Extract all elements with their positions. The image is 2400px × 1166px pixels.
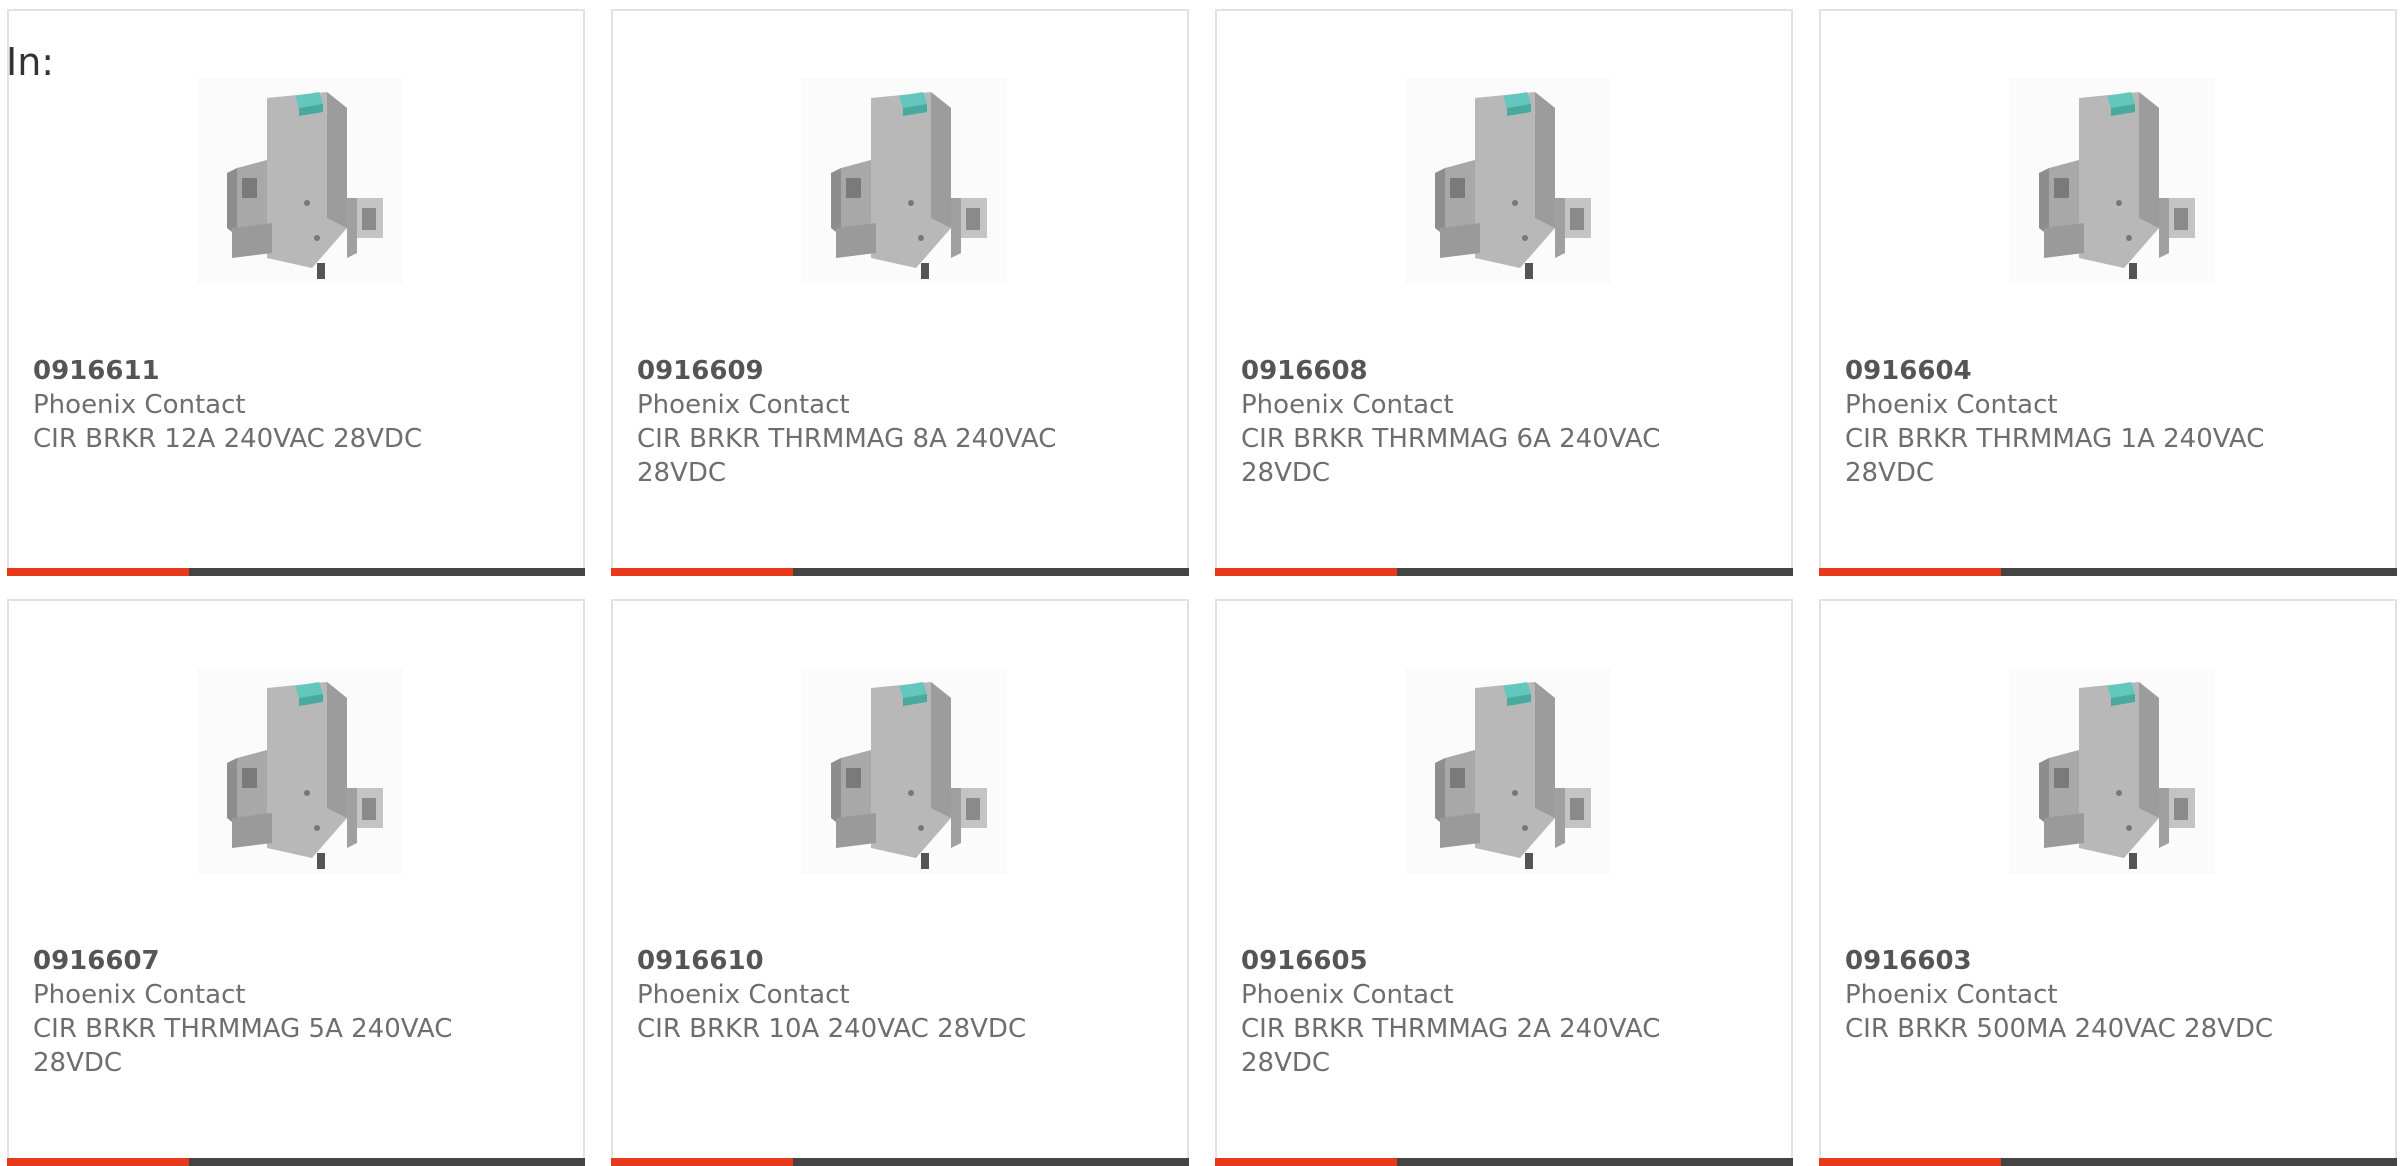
product-description: CIR BRKR THRMMAG 8A 240VAC 28VDC [637, 424, 1057, 488]
product-info: 0916603 Phoenix Contact CIR BRKR 500MA 2… [1845, 944, 2315, 1046]
product-image[interactable] [801, 78, 1007, 284]
circuit-breaker-icon [197, 78, 403, 284]
circuit-breaker-icon [2009, 668, 2215, 874]
product-description: CIR BRKR 500MA 240VAC 28VDC [1845, 1014, 2274, 1044]
circuit-breaker-icon [801, 78, 1007, 284]
product-image[interactable] [2009, 668, 2215, 874]
product-card[interactable]: 0916603 Phoenix Contact CIR BRKR 500MA 2… [1819, 599, 2397, 1166]
manufacturer-name: Phoenix Contact [33, 390, 246, 420]
card-bottom-bar [7, 568, 585, 576]
card-accent-bar [1215, 568, 1397, 576]
manufacturer-name: Phoenix Contact [1241, 980, 1454, 1010]
product-card[interactable]: 0916610 Phoenix Contact CIR BRKR 10A 240… [611, 599, 1189, 1166]
circuit-breaker-icon [2009, 78, 2215, 284]
product-image[interactable] [1405, 78, 1611, 284]
circuit-breaker-icon [801, 668, 1007, 874]
filter-in-label: In: [6, 40, 55, 84]
circuit-breaker-icon [1405, 668, 1611, 874]
product-info: 0916609 Phoenix Contact CIR BRKR THRMMAG… [637, 354, 1107, 490]
manufacturer-name: Phoenix Contact [1241, 390, 1454, 420]
card-accent-bar [1215, 1158, 1397, 1166]
part-number[interactable]: 0916609 [637, 354, 1107, 388]
product-card[interactable]: 0916604 Phoenix Contact CIR BRKR THRMMAG… [1819, 9, 2397, 576]
card-accent-bar [1819, 568, 2001, 576]
product-card[interactable]: 0916611 Phoenix Contact CIR BRKR 12A 240… [7, 9, 585, 576]
part-number[interactable]: 0916607 [33, 944, 503, 978]
product-card[interactable]: 0916607 Phoenix Contact CIR BRKR THRMMAG… [7, 599, 585, 1166]
card-accent-bar [611, 1158, 793, 1166]
part-number[interactable]: 0916605 [1241, 944, 1711, 978]
card-bottom-bar [611, 568, 1189, 576]
product-info: 0916611 Phoenix Contact CIR BRKR 12A 240… [33, 354, 503, 456]
part-number[interactable]: 0916608 [1241, 354, 1711, 388]
card-bottom-bar [1215, 568, 1793, 576]
product-description: CIR BRKR THRMMAG 1A 240VAC 28VDC [1845, 424, 2265, 488]
manufacturer-name: Phoenix Contact [637, 980, 850, 1010]
part-number[interactable]: 0916604 [1845, 354, 2315, 388]
circuit-breaker-icon [1405, 78, 1611, 284]
product-info: 0916607 Phoenix Contact CIR BRKR THRMMAG… [33, 944, 503, 1080]
card-bottom-bar [611, 1158, 1189, 1166]
product-info: 0916608 Phoenix Contact CIR BRKR THRMMAG… [1241, 354, 1711, 490]
product-description: CIR BRKR THRMMAG 6A 240VAC 28VDC [1241, 424, 1661, 488]
card-accent-bar [7, 1158, 189, 1166]
product-image[interactable] [1405, 668, 1611, 874]
part-number[interactable]: 0916610 [637, 944, 1107, 978]
product-image[interactable] [197, 668, 403, 874]
circuit-breaker-icon [197, 668, 403, 874]
manufacturer-name: Phoenix Contact [33, 980, 246, 1010]
card-accent-bar [1819, 1158, 2001, 1166]
card-bottom-bar [1819, 568, 2397, 576]
product-info: 0916604 Phoenix Contact CIR BRKR THRMMAG… [1845, 354, 2315, 490]
product-description: CIR BRKR 12A 240VAC 28VDC [33, 424, 423, 454]
product-image[interactable] [197, 78, 403, 284]
part-number[interactable]: 0916603 [1845, 944, 2315, 978]
card-bottom-bar [7, 1158, 585, 1166]
product-card[interactable]: 0916605 Phoenix Contact CIR BRKR THRMMAG… [1215, 599, 1793, 1166]
product-description: CIR BRKR 10A 240VAC 28VDC [637, 1014, 1027, 1044]
product-description: CIR BRKR THRMMAG 2A 240VAC 28VDC [1241, 1014, 1661, 1078]
product-card[interactable]: 0916609 Phoenix Contact CIR BRKR THRMMAG… [611, 9, 1189, 576]
card-accent-bar [611, 568, 793, 576]
product-image[interactable] [2009, 78, 2215, 284]
manufacturer-name: Phoenix Contact [637, 390, 850, 420]
part-number[interactable]: 0916611 [33, 354, 503, 388]
manufacturer-name: Phoenix Contact [1845, 980, 2058, 1010]
product-info: 0916605 Phoenix Contact CIR BRKR THRMMAG… [1241, 944, 1711, 1080]
card-bottom-bar [1819, 1158, 2397, 1166]
product-description: CIR BRKR THRMMAG 5A 240VAC 28VDC [33, 1014, 453, 1078]
manufacturer-name: Phoenix Contact [1845, 390, 2058, 420]
card-bottom-bar [1215, 1158, 1793, 1166]
product-info: 0916610 Phoenix Contact CIR BRKR 10A 240… [637, 944, 1107, 1046]
product-image[interactable] [801, 668, 1007, 874]
product-card[interactable]: 0916608 Phoenix Contact CIR BRKR THRMMAG… [1215, 9, 1793, 576]
card-accent-bar [7, 568, 189, 576]
